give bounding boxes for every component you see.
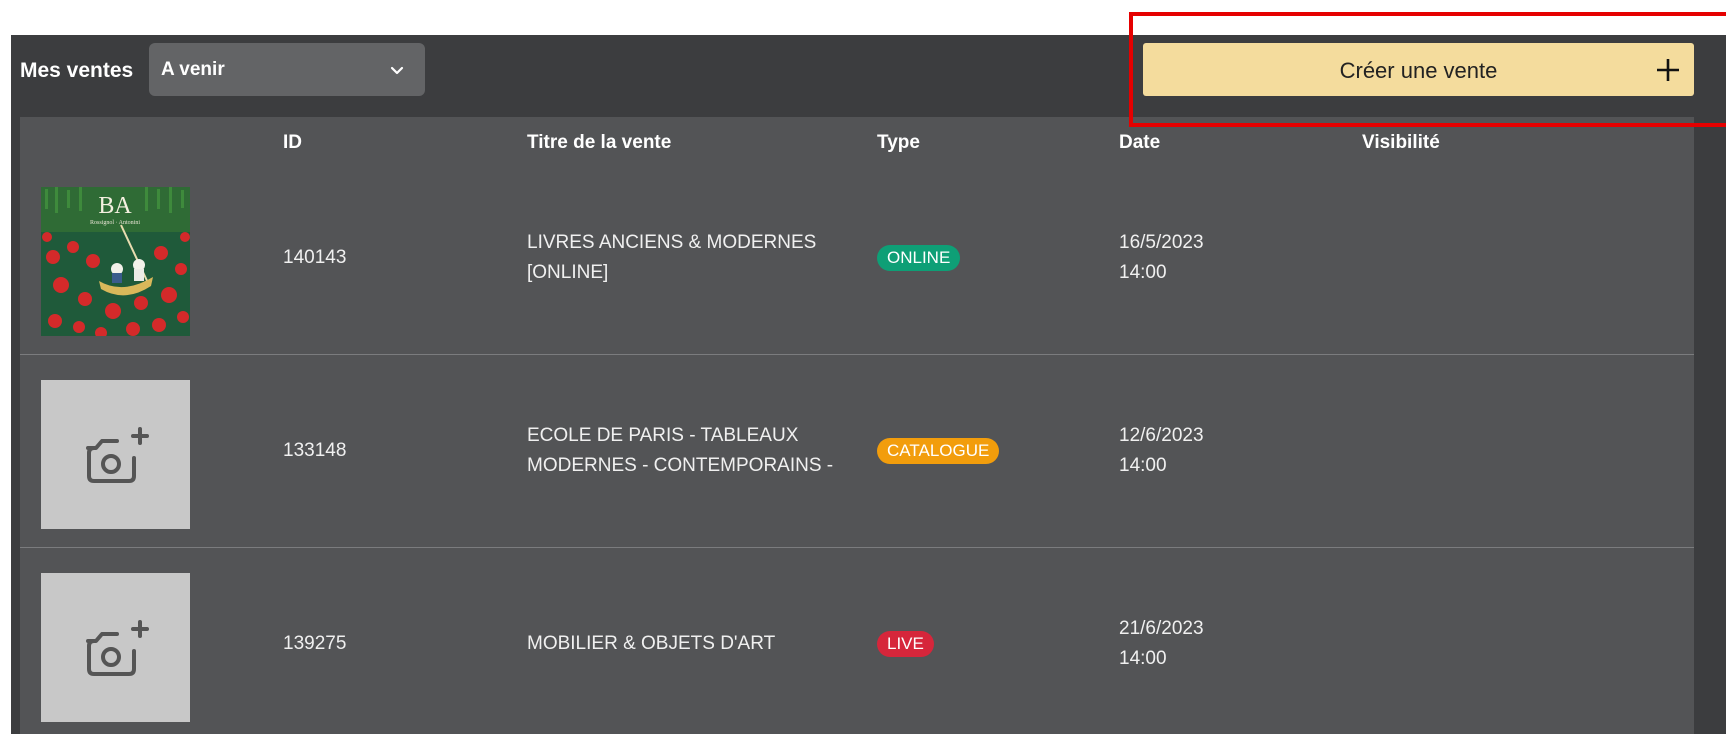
sale-cover-picture: BA Rossignol · Antonini [41,187,190,336]
table-row[interactable]: 133148 ECOLE DE PARIS - TABLEAUX MODERNE… [20,355,1694,548]
chevron-down-icon [390,66,404,75]
sale-date: 16/5/2023 [1119,232,1204,253]
status-filter-value: A venir [161,58,225,80]
table-row[interactable]: 139275 MOBILIER & OBJETS D'ART LIVE 21/6… [20,548,1694,741]
column-date: Date [1119,132,1161,153]
status-filter-select[interactable]: A venir [149,43,425,96]
sale-time: 14:00 [1119,262,1167,283]
column-type: Type [877,132,920,153]
type-badge-online: ONLINE [877,245,961,271]
type-badge-live: LIVE [877,631,934,657]
sale-title-line[interactable]: LIVRES ANCIENS & MODERNES [527,228,847,258]
sale-title-line[interactable]: MOBILIER & OBJETS D'ART [527,629,847,659]
highlight-frame [1129,12,1726,127]
sale-time: 14:00 [1119,648,1167,669]
type-badge-catalogue: CATALOGUE [877,438,1000,464]
cover-logo-text: BA [98,193,132,219]
sales-panel: Mes ventes A venir Créer une vente ID Ti… [11,35,1726,734]
sale-date: 12/6/2023 [1119,425,1204,446]
sale-time: 14:00 [1119,455,1167,476]
add-photo-icon [86,427,149,483]
sale-date: 21/6/2023 [1119,618,1204,639]
table-row[interactable]: BA Rossignol · Antonini 140143 LIVRES AN… [20,162,1694,355]
cover-subtitle-text: Rossignol · Antonini [90,220,140,226]
sale-title-line[interactable]: [ONLINE] [527,258,847,288]
sale-id: 140143 [283,247,347,268]
sale-title-line[interactable]: MODERNES - CONTEMPORAINS - [527,451,847,481]
sale-id: 139275 [283,633,347,654]
sale-cover-image[interactable]: BA Rossignol · Antonini [41,187,190,336]
column-id: ID [283,132,302,153]
add-photo-placeholder[interactable] [41,573,190,722]
add-photo-placeholder[interactable] [41,380,190,529]
add-photo-icon [86,620,149,676]
column-title: Titre de la vente [527,132,672,153]
column-visibility: Visibilité [1362,132,1440,153]
sales-table: ID Titre de la vente Type Date Visibilit… [20,117,1694,734]
sale-title-line[interactable]: ECOLE DE PARIS - TABLEAUX [527,421,847,451]
sale-id: 133148 [283,440,347,461]
page-title: Mes ventes [20,59,134,82]
